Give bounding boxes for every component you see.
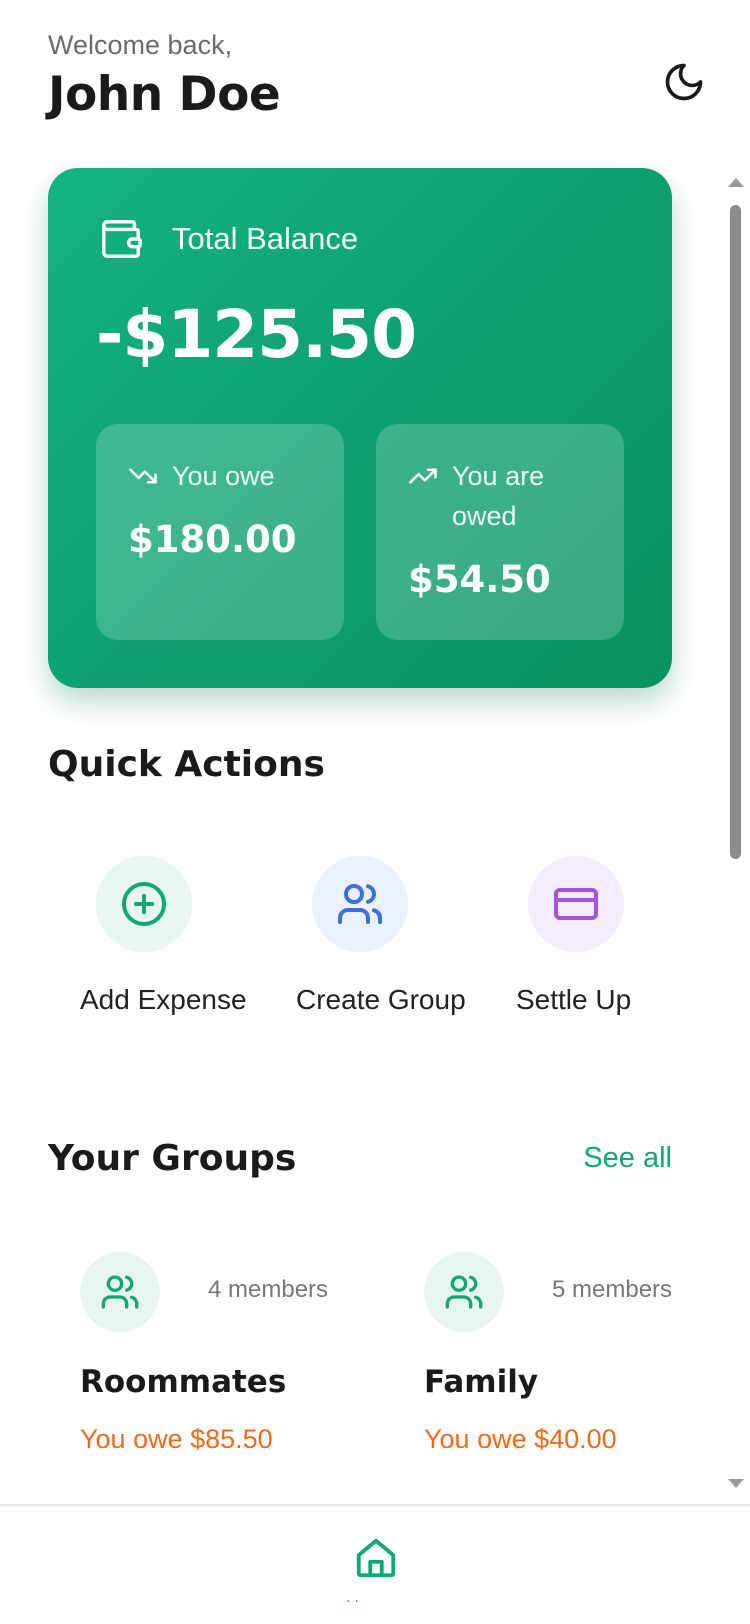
group-name: Roommates <box>80 1364 287 1400</box>
users-icon <box>101 1275 139 1309</box>
group-members-count: 5 members <box>552 1276 672 1303</box>
create-group-button[interactable]: Create Group <box>296 856 496 1019</box>
group-card-family[interactable]: 5 members Family You owe $40.00 <box>424 1252 672 1462</box>
plus-circle-icon <box>122 882 166 926</box>
you-are-owed-label: You are owed <box>452 461 545 531</box>
theme-toggle-button[interactable] <box>660 58 708 106</box>
scroll-thumb[interactable] <box>730 205 741 859</box>
you-are-owed-amount: $54.50 <box>408 558 551 601</box>
trending-down-icon <box>129 468 157 484</box>
group-balance-status: You owe $85.50 <box>80 1424 273 1454</box>
group-avatar <box>424 1252 504 1332</box>
group-members-count: 4 members <box>208 1276 329 1303</box>
add-expense-button[interactable]: Add Expense <box>80 856 280 1019</box>
you-are-owed-card: You are owed $54.50 <box>376 424 624 640</box>
scroll-up-arrow[interactable] <box>728 178 744 187</box>
users-icon <box>338 884 382 924</box>
scroll-down-arrow[interactable] <box>728 1479 744 1488</box>
your-groups-title: Your Groups <box>48 1138 297 1179</box>
groups-carousel[interactable]: 4 members Roommates You owe $85.50 5 mem… <box>80 1252 672 1462</box>
welcome-text: Welcome back, <box>48 30 233 60</box>
moon-icon <box>665 63 703 101</box>
you-owe-amount: $180.00 <box>128 518 297 561</box>
see-all-link[interactable]: See all <box>583 1142 672 1175</box>
you-owe-card: You owe $180.00 <box>96 424 344 640</box>
home-icon <box>356 1538 396 1578</box>
header: Welcome back, John Doe <box>48 30 708 140</box>
trending-up-icon <box>409 468 437 484</box>
settle-up-button[interactable]: Settle Up <box>516 856 716 1019</box>
balance-header: Total Balance <box>98 216 358 262</box>
quick-actions-title: Quick Actions <box>48 744 325 785</box>
add-expense-icon-circle[interactable] <box>96 856 192 952</box>
nav-active-indicator: ·· <box>346 1594 363 1610</box>
add-expense-label: Add Expense <box>80 984 247 1015</box>
settle-up-icon-circle[interactable] <box>528 856 624 952</box>
credit-card-icon <box>554 888 598 920</box>
user-name: John Doe <box>48 67 281 122</box>
create-group-icon-circle[interactable] <box>312 856 408 952</box>
settle-up-label: Settle Up <box>516 984 632 1015</box>
you-owe-label: You owe <box>172 461 275 491</box>
group-name: Family <box>424 1364 539 1400</box>
scrollbar[interactable] <box>726 178 744 1488</box>
balance-label: Total Balance <box>172 221 359 256</box>
balance-amount: -$125.50 <box>96 296 417 373</box>
bottom-navigation: ·· <box>0 1504 750 1624</box>
nav-home-button[interactable] <box>352 1534 400 1582</box>
group-avatar <box>80 1252 160 1332</box>
group-balance-status: You owe $40.00 <box>424 1424 617 1454</box>
group-card-roommates[interactable]: 4 members Roommates You owe $85.50 <box>80 1252 400 1462</box>
total-balance-card: Total Balance -$125.50 You owe $180.00 Y… <box>48 168 672 688</box>
wallet-icon <box>102 220 142 258</box>
users-icon <box>445 1275 483 1309</box>
create-group-label: Create Group <box>296 984 466 1015</box>
